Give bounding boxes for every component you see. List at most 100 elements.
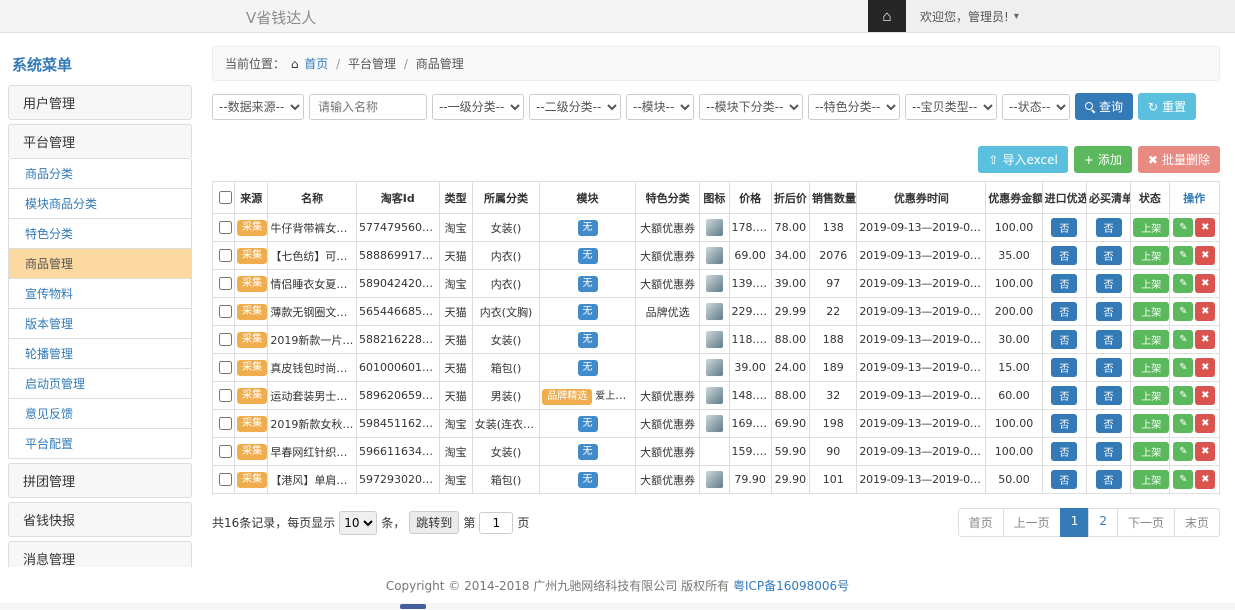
scrollbar-thumb[interactable] bbox=[400, 604, 426, 609]
row-checkbox[interactable] bbox=[219, 305, 232, 318]
must-buy-button[interactable]: 否 bbox=[1096, 274, 1122, 293]
delete-button[interactable]: ✖ bbox=[1195, 358, 1215, 377]
sidebar-item[interactable]: 启动页管理 bbox=[8, 369, 192, 399]
sidebar-item[interactable]: 平台管理 bbox=[8, 124, 192, 159]
import-select-button[interactable]: 否 bbox=[1051, 414, 1077, 433]
horizontal-scrollbar[interactable] bbox=[0, 603, 1235, 610]
sidebar-item[interactable]: 轮播管理 bbox=[8, 339, 192, 369]
row-checkbox[interactable] bbox=[219, 417, 232, 430]
import-select-button[interactable]: 否 bbox=[1051, 330, 1077, 349]
row-checkbox[interactable] bbox=[219, 221, 232, 234]
delete-button[interactable]: ✖ bbox=[1195, 246, 1215, 265]
must-buy-button[interactable]: 否 bbox=[1096, 246, 1122, 265]
status-button[interactable]: 上架 bbox=[1133, 470, 1169, 489]
status-button[interactable]: 上架 bbox=[1133, 330, 1169, 349]
sidebar-item[interactable]: 用户管理 bbox=[8, 85, 192, 120]
row-checkbox[interactable] bbox=[219, 249, 232, 262]
edit-button[interactable]: ✎ bbox=[1173, 442, 1193, 461]
delete-button[interactable]: ✖ bbox=[1195, 274, 1215, 293]
row-checkbox[interactable] bbox=[219, 277, 232, 290]
sidebar-item[interactable]: 意见反馈 bbox=[8, 399, 192, 429]
must-buy-button[interactable]: 否 bbox=[1096, 218, 1122, 237]
edit-button[interactable]: ✎ bbox=[1173, 246, 1193, 265]
status-button[interactable]: 上架 bbox=[1133, 218, 1169, 237]
status-button[interactable]: 上架 bbox=[1133, 274, 1169, 293]
must-buy-button[interactable]: 否 bbox=[1096, 386, 1122, 405]
must-buy-button[interactable]: 否 bbox=[1096, 470, 1122, 489]
sidebar-item[interactable]: 版本管理 bbox=[8, 309, 192, 339]
row-checkbox[interactable] bbox=[219, 473, 232, 486]
status-button[interactable]: 上架 bbox=[1133, 302, 1169, 321]
edit-button[interactable]: ✎ bbox=[1173, 274, 1193, 293]
delete-button[interactable]: ✖ bbox=[1195, 302, 1215, 321]
select-all-checkbox[interactable] bbox=[219, 191, 232, 204]
filter-select[interactable]: --二级分类-- bbox=[529, 94, 621, 120]
delete-button[interactable]: ✖ bbox=[1195, 442, 1215, 461]
breadcrumb-home-link[interactable]: 首页 bbox=[304, 57, 328, 71]
must-buy-button[interactable]: 否 bbox=[1096, 358, 1122, 377]
delete-button[interactable]: ✖ bbox=[1195, 218, 1215, 237]
edit-button[interactable]: ✎ bbox=[1173, 302, 1193, 321]
page-link[interactable]: 1 bbox=[1060, 508, 1090, 537]
source-filter-select[interactable]: --数据来源-- bbox=[212, 94, 304, 120]
row-checkbox[interactable] bbox=[219, 361, 232, 374]
filter-select[interactable]: --模块-- bbox=[626, 94, 694, 120]
sidebar-item[interactable]: 平台配置 bbox=[8, 429, 192, 459]
delete-button[interactable]: ✖ bbox=[1195, 414, 1215, 433]
import-select-button[interactable]: 否 bbox=[1051, 442, 1077, 461]
batch-delete-button[interactable]: ✖ 批量删除 bbox=[1138, 146, 1220, 173]
filter-select[interactable]: --宝贝类型-- bbox=[905, 94, 997, 120]
page-link[interactable]: 下一页 bbox=[1117, 508, 1175, 537]
jump-button[interactable]: 跳转到 bbox=[409, 511, 459, 534]
import-select-button[interactable]: 否 bbox=[1051, 302, 1077, 321]
delete-button[interactable]: ✖ bbox=[1195, 330, 1215, 349]
filter-select[interactable]: --特色分类-- bbox=[808, 94, 900, 120]
sidebar-item[interactable]: 特色分类 bbox=[8, 219, 192, 249]
delete-button[interactable]: ✖ bbox=[1195, 470, 1215, 489]
import-excel-button[interactable]: ⇧ 导入excel bbox=[978, 146, 1067, 173]
must-buy-button[interactable]: 否 bbox=[1096, 442, 1122, 461]
filter-select[interactable]: --一级分类-- bbox=[432, 94, 524, 120]
icp-link[interactable]: 粤ICP备16098006号 bbox=[733, 579, 849, 593]
delete-button[interactable]: ✖ bbox=[1195, 386, 1215, 405]
page-size-select[interactable]: 10 bbox=[339, 511, 377, 535]
edit-button[interactable]: ✎ bbox=[1173, 358, 1193, 377]
must-buy-button[interactable]: 否 bbox=[1096, 414, 1122, 433]
name-filter-input[interactable] bbox=[309, 94, 427, 120]
import-select-button[interactable]: 否 bbox=[1051, 386, 1077, 405]
import-select-button[interactable]: 否 bbox=[1051, 274, 1077, 293]
reset-button[interactable]: ↻ 重置 bbox=[1138, 93, 1196, 120]
page-number-input[interactable] bbox=[479, 512, 513, 534]
user-menu[interactable]: 欢迎您，管理员! ▾ bbox=[906, 0, 1033, 32]
sidebar-item[interactable]: 模块商品分类 bbox=[8, 189, 192, 219]
sidebar-item[interactable]: 拼团管理 bbox=[8, 463, 192, 498]
home-button[interactable]: ⌂ bbox=[868, 0, 906, 32]
page-link[interactable]: 2 bbox=[1088, 508, 1118, 537]
sidebar-item[interactable]: 宣传物料 bbox=[8, 279, 192, 309]
sidebar-item[interactable]: 商品分类 bbox=[8, 159, 192, 189]
must-buy-button[interactable]: 否 bbox=[1096, 302, 1122, 321]
status-button[interactable]: 上架 bbox=[1133, 358, 1169, 377]
filter-select[interactable]: --状态-- bbox=[1002, 94, 1070, 120]
edit-button[interactable]: ✎ bbox=[1173, 414, 1193, 433]
search-button[interactable]: 查询 bbox=[1075, 93, 1133, 120]
row-checkbox[interactable] bbox=[219, 389, 232, 402]
filter-select[interactable]: --模块下分类-- bbox=[699, 94, 803, 120]
import-select-button[interactable]: 否 bbox=[1051, 358, 1077, 377]
sidebar-item[interactable]: 消息管理 bbox=[8, 541, 192, 567]
sidebar-item[interactable]: 商品管理 bbox=[8, 249, 192, 279]
status-button[interactable]: 上架 bbox=[1133, 442, 1169, 461]
row-checkbox[interactable] bbox=[219, 333, 232, 346]
import-select-button[interactable]: 否 bbox=[1051, 246, 1077, 265]
page-link[interactable]: 末页 bbox=[1174, 508, 1220, 537]
edit-button[interactable]: ✎ bbox=[1173, 218, 1193, 237]
sidebar-item[interactable]: 省钱快报 bbox=[8, 502, 192, 537]
must-buy-button[interactable]: 否 bbox=[1096, 330, 1122, 349]
page-link[interactable]: 上一页 bbox=[1003, 508, 1061, 537]
status-button[interactable]: 上架 bbox=[1133, 386, 1169, 405]
import-select-button[interactable]: 否 bbox=[1051, 470, 1077, 489]
page-link[interactable]: 首页 bbox=[958, 508, 1004, 537]
status-button[interactable]: 上架 bbox=[1133, 246, 1169, 265]
edit-button[interactable]: ✎ bbox=[1173, 330, 1193, 349]
status-button[interactable]: 上架 bbox=[1133, 414, 1169, 433]
